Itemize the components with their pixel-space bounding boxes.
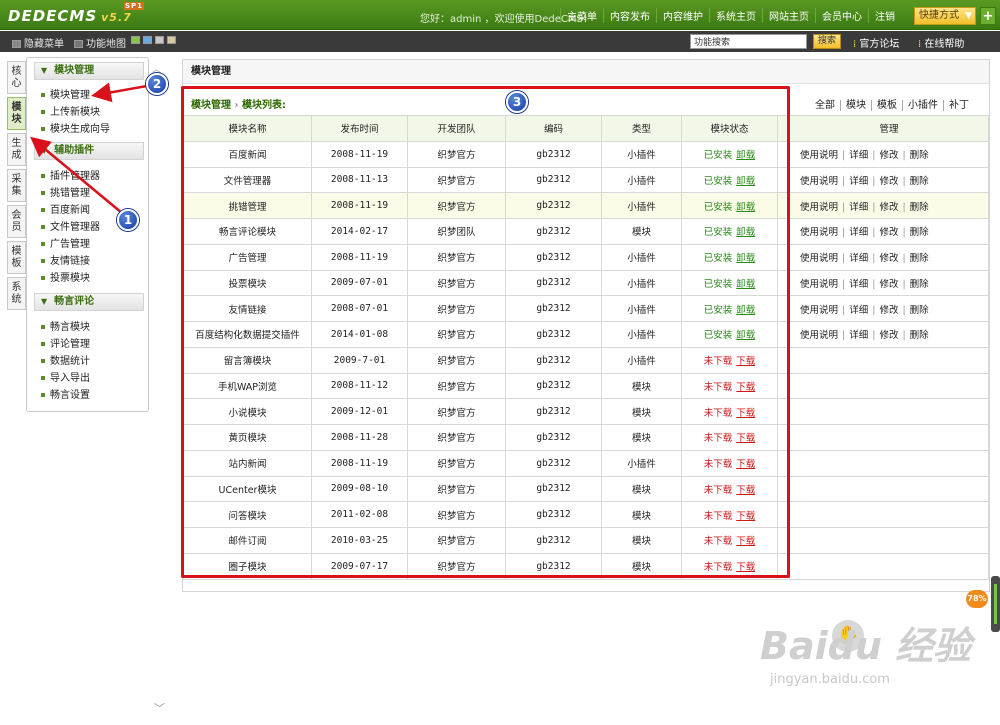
watermark: Baidu 经验 [760,624,972,668]
side-scroll-handle[interactable] [991,576,1000,632]
step-marker-1: 1 [117,209,139,231]
arrow-to-module-manage [91,82,148,103]
step-marker-2: 2 [146,73,168,95]
arrow-to-module-tab [30,136,123,214]
speed-badge[interactable]: 78% [966,590,988,608]
watermark-url: jingyan.baidu.com [770,672,890,687]
step-marker-3: 3 [506,91,528,113]
